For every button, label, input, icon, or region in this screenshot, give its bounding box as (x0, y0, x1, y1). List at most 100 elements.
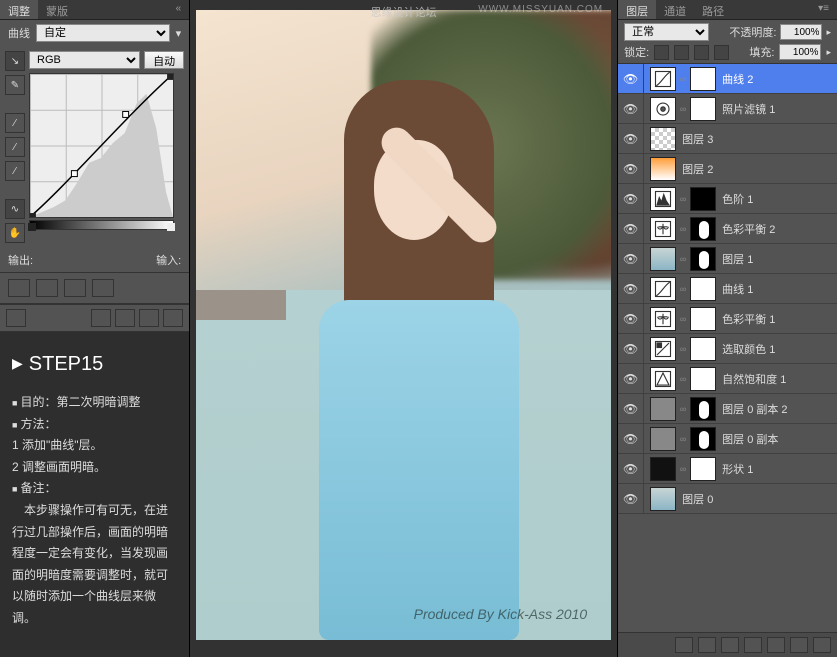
visibility-eye-icon[interactable]: 👁 (618, 334, 644, 364)
layer-row[interactable]: 👁 ∞ 色彩平衡 2 (618, 214, 837, 244)
link-icon[interactable]: ∞ (679, 397, 687, 421)
adjustment-layer-icon[interactable] (744, 637, 762, 653)
eye-icon[interactable] (115, 309, 135, 327)
layer-mask-icon[interactable] (721, 637, 739, 653)
new-layer-icon[interactable] (790, 637, 808, 653)
black-eyedropper-icon[interactable]: ⁄ (5, 113, 25, 133)
input-gradient[interactable] (29, 220, 174, 230)
pencil-tool-icon[interactable]: ✎ (5, 75, 25, 95)
visibility-eye-icon[interactable]: 👁 (618, 364, 644, 394)
link-icon[interactable]: ∞ (679, 187, 687, 211)
layers-list: 👁 ∞ 曲线 2 👁 ∞ 照片滤镜 1 👁 图层 3 👁 图层 2 👁 ∞ 色阶… (618, 64, 837, 632)
visibility-eye-icon[interactable]: 👁 (618, 154, 644, 184)
document-canvas[interactable]: 思缘设计论坛 WWW.MISSYUAN.COM Produced By Kick… (190, 0, 617, 657)
fill-arrow-icon[interactable]: ▸ (826, 47, 831, 58)
layer-row[interactable]: 👁 ∞ 曲线 1 (618, 274, 837, 304)
visibility-eye-icon[interactable]: 👁 (618, 454, 644, 484)
layer-row[interactable]: 👁 ∞ 自然饱和度 1 (618, 364, 837, 394)
balance-icon (650, 217, 676, 241)
layer-mask-thumbnail (690, 427, 716, 451)
fill-input[interactable] (779, 44, 821, 60)
layer-name: 图层 0 (682, 491, 713, 507)
visibility-eye-icon[interactable]: 👁 (618, 274, 644, 304)
lock-position-icon[interactable] (694, 45, 709, 60)
tab-adjust[interactable]: 调整 (0, 0, 38, 19)
opacity-input[interactable] (780, 24, 822, 40)
preset-icon[interactable] (8, 279, 30, 297)
layer-name: 选取颜色 1 (722, 341, 775, 357)
layer-mask-thumbnail (690, 217, 716, 241)
tab-mask[interactable]: 蒙版 (38, 0, 76, 19)
panel-menu-icon[interactable]: ▾≡ (810, 0, 837, 19)
channel-select[interactable]: RGB (29, 51, 140, 69)
group-icon[interactable] (767, 637, 785, 653)
layer-row[interactable]: 👁 图层 2 (618, 154, 837, 184)
link-layers-icon[interactable] (675, 637, 693, 653)
layer-row[interactable]: 👁 ∞ 色彩平衡 1 (618, 304, 837, 334)
hand-icon[interactable]: ✋ (5, 223, 25, 243)
visibility-eye-icon[interactable]: 👁 (618, 484, 644, 514)
link-icon[interactable]: ∞ (679, 97, 687, 121)
gray-eyedropper-icon[interactable]: ⁄ (5, 137, 25, 157)
layer-row[interactable]: 👁 图层 0 (618, 484, 837, 514)
trash-icon[interactable] (813, 637, 831, 653)
delete-icon[interactable] (163, 309, 183, 327)
preset-select[interactable]: 自定 (36, 24, 170, 42)
layer-row[interactable]: 👁 ∞ 形状 1 (618, 454, 837, 484)
curves-graph[interactable] (29, 73, 174, 218)
link-icon[interactable]: ∞ (679, 217, 687, 241)
lock-pixels-icon[interactable] (674, 45, 689, 60)
auto-button[interactable]: 自动 (144, 51, 184, 69)
levels-icon (650, 187, 676, 211)
layer-name: 图层 0 副本 2 (722, 401, 787, 417)
link-icon[interactable]: ∞ (679, 427, 687, 451)
visibility-eye-icon[interactable]: 👁 (618, 64, 644, 94)
balance-icon (650, 307, 676, 331)
opacity-arrow-icon[interactable]: ▸ (826, 27, 831, 38)
layer-row[interactable]: 👁 ∞ 图层 0 副本 (618, 424, 837, 454)
lock-transparent-icon[interactable] (654, 45, 669, 60)
layer-row[interactable]: 👁 ∞ 曲线 2 (618, 64, 837, 94)
layer-name: 图层 2 (682, 161, 713, 177)
visibility-eye-icon[interactable]: 👁 (618, 124, 644, 154)
layer-fx-icon[interactable] (698, 637, 716, 653)
panel-close-icon[interactable]: « (168, 0, 190, 19)
return-icon[interactable] (6, 309, 26, 327)
link-icon[interactable]: ∞ (679, 307, 687, 331)
layer-name: 色阶 1 (722, 191, 753, 207)
white-eyedropper-icon[interactable]: ⁄ (5, 161, 25, 181)
visibility-eye-icon[interactable]: 👁 (618, 424, 644, 454)
layer-row[interactable]: 👁 ∞ 选取颜色 1 (618, 334, 837, 364)
visibility-eye-icon[interactable]: 👁 (618, 94, 644, 124)
preset-icon[interactable] (36, 279, 58, 297)
link-icon[interactable]: ∞ (679, 247, 687, 271)
tab-channels[interactable]: 通道 (656, 0, 694, 19)
panel-menu-icon[interactable]: ▾ (176, 27, 182, 40)
reset-icon[interactable] (139, 309, 159, 327)
visibility-eye-icon[interactable]: 👁 (618, 214, 644, 244)
tab-layers[interactable]: 图层 (618, 0, 656, 19)
link-icon[interactable]: ∞ (679, 367, 687, 391)
layer-row[interactable]: 👁 ∞ 照片滤镜 1 (618, 94, 837, 124)
tab-paths[interactable]: 路径 (694, 0, 732, 19)
visibility-eye-icon[interactable]: 👁 (618, 184, 644, 214)
lock-all-icon[interactable] (714, 45, 729, 60)
target-adjust-icon[interactable]: ∿ (5, 199, 25, 219)
layer-row[interactable]: 👁 ∞ 图层 0 副本 2 (618, 394, 837, 424)
layer-row[interactable]: 👁 ∞ 色阶 1 (618, 184, 837, 214)
visibility-eye-icon[interactable]: 👁 (618, 244, 644, 274)
visibility-eye-icon[interactable]: 👁 (618, 304, 644, 334)
clip-icon[interactable] (91, 309, 111, 327)
preset-icon[interactable] (64, 279, 86, 297)
point-tool-icon[interactable]: ↘ (5, 51, 25, 71)
link-icon[interactable]: ∞ (679, 67, 687, 91)
visibility-eye-icon[interactable]: 👁 (618, 394, 644, 424)
layer-row[interactable]: 👁 ∞ 图层 1 (618, 244, 837, 274)
link-icon[interactable]: ∞ (679, 457, 687, 481)
layer-thumbnail (650, 487, 676, 511)
link-icon[interactable]: ∞ (679, 337, 687, 361)
blend-mode-select[interactable]: 正常 (624, 23, 709, 41)
preset-icon[interactable] (92, 279, 114, 297)
layer-row[interactable]: 👁 图层 3 (618, 124, 837, 154)
link-icon[interactable]: ∞ (679, 277, 687, 301)
